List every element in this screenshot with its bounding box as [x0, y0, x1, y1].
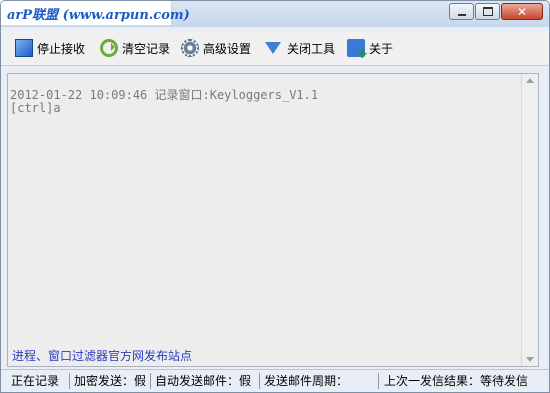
scroll-down-icon[interactable]: [526, 357, 534, 362]
log-line: [ctrl]a: [10, 101, 61, 115]
status-divider: [378, 373, 379, 389]
vertical-scrollbar[interactable]: [521, 74, 538, 366]
app-window: arP联盟 (www.arpun.com) ✕ 停止接收 清空记录 高级设置 关…: [0, 0, 550, 393]
status-divider: [259, 373, 260, 389]
gear-icon: [181, 39, 199, 57]
status-recording: 正在记录: [11, 374, 60, 388]
log-textarea[interactable]: 2012-01-22 10:09:46 记录窗口:Keyloggers_V1.1…: [7, 73, 539, 367]
close-icon: ✕: [516, 4, 528, 19]
status-send-period: 发送邮件周期：: [264, 374, 349, 388]
official-site-link[interactable]: 进程、窗口过滤器官方网发布站点: [12, 347, 192, 364]
status-bar: 正在记录 加密发送：假 自动发送邮件：假 发送邮件周期： 上次一发信结果：等待发…: [1, 369, 549, 392]
toolbar: 停止接收 清空记录 高级设置 关闭工具 关于: [1, 31, 549, 66]
about-button[interactable]: 关于: [347, 37, 394, 61]
advanced-settings-label: 高级设置: [203, 41, 252, 56]
clear-log-button[interactable]: 清空记录: [100, 37, 170, 59]
status-divider: [150, 373, 151, 389]
status-divider: [69, 373, 70, 389]
refresh-icon: [100, 39, 118, 57]
maximize-button[interactable]: [475, 3, 500, 20]
stop-receive-label: 停止接收: [37, 41, 86, 56]
stop-receive-button[interactable]: 停止接收: [15, 37, 85, 59]
close-button[interactable]: ✕: [501, 3, 543, 20]
about-label: 关于: [369, 41, 394, 56]
about-icon: [347, 39, 368, 61]
brand-title: arP联盟 (www.arpun.com): [7, 8, 190, 23]
window-controls: ✕: [448, 3, 543, 20]
advanced-settings-button[interactable]: 高级设置: [181, 37, 251, 59]
status-last-result: 上次一发信结果：等待发信: [384, 374, 529, 388]
status-encrypt-send: 加密发送：假: [74, 374, 147, 388]
status-auto-send-mail: 自动发送邮件：假: [155, 374, 252, 388]
minimize-button[interactable]: [449, 3, 474, 20]
close-tool-button[interactable]: 关闭工具: [265, 37, 335, 59]
title-bar[interactable]: arP联盟 (www.arpun.com) ✕: [1, 1, 549, 27]
maximize-icon: [482, 7, 493, 16]
brand-banner: arP联盟 (www.arpun.com): [1, 1, 190, 25]
stop-icon: [15, 39, 33, 57]
minimize-icon: [457, 13, 466, 16]
filter-icon: [265, 42, 281, 54]
close-tool-label: 关闭工具: [287, 41, 336, 56]
clear-log-label: 清空记录: [122, 41, 171, 56]
scroll-up-icon[interactable]: [526, 78, 534, 83]
